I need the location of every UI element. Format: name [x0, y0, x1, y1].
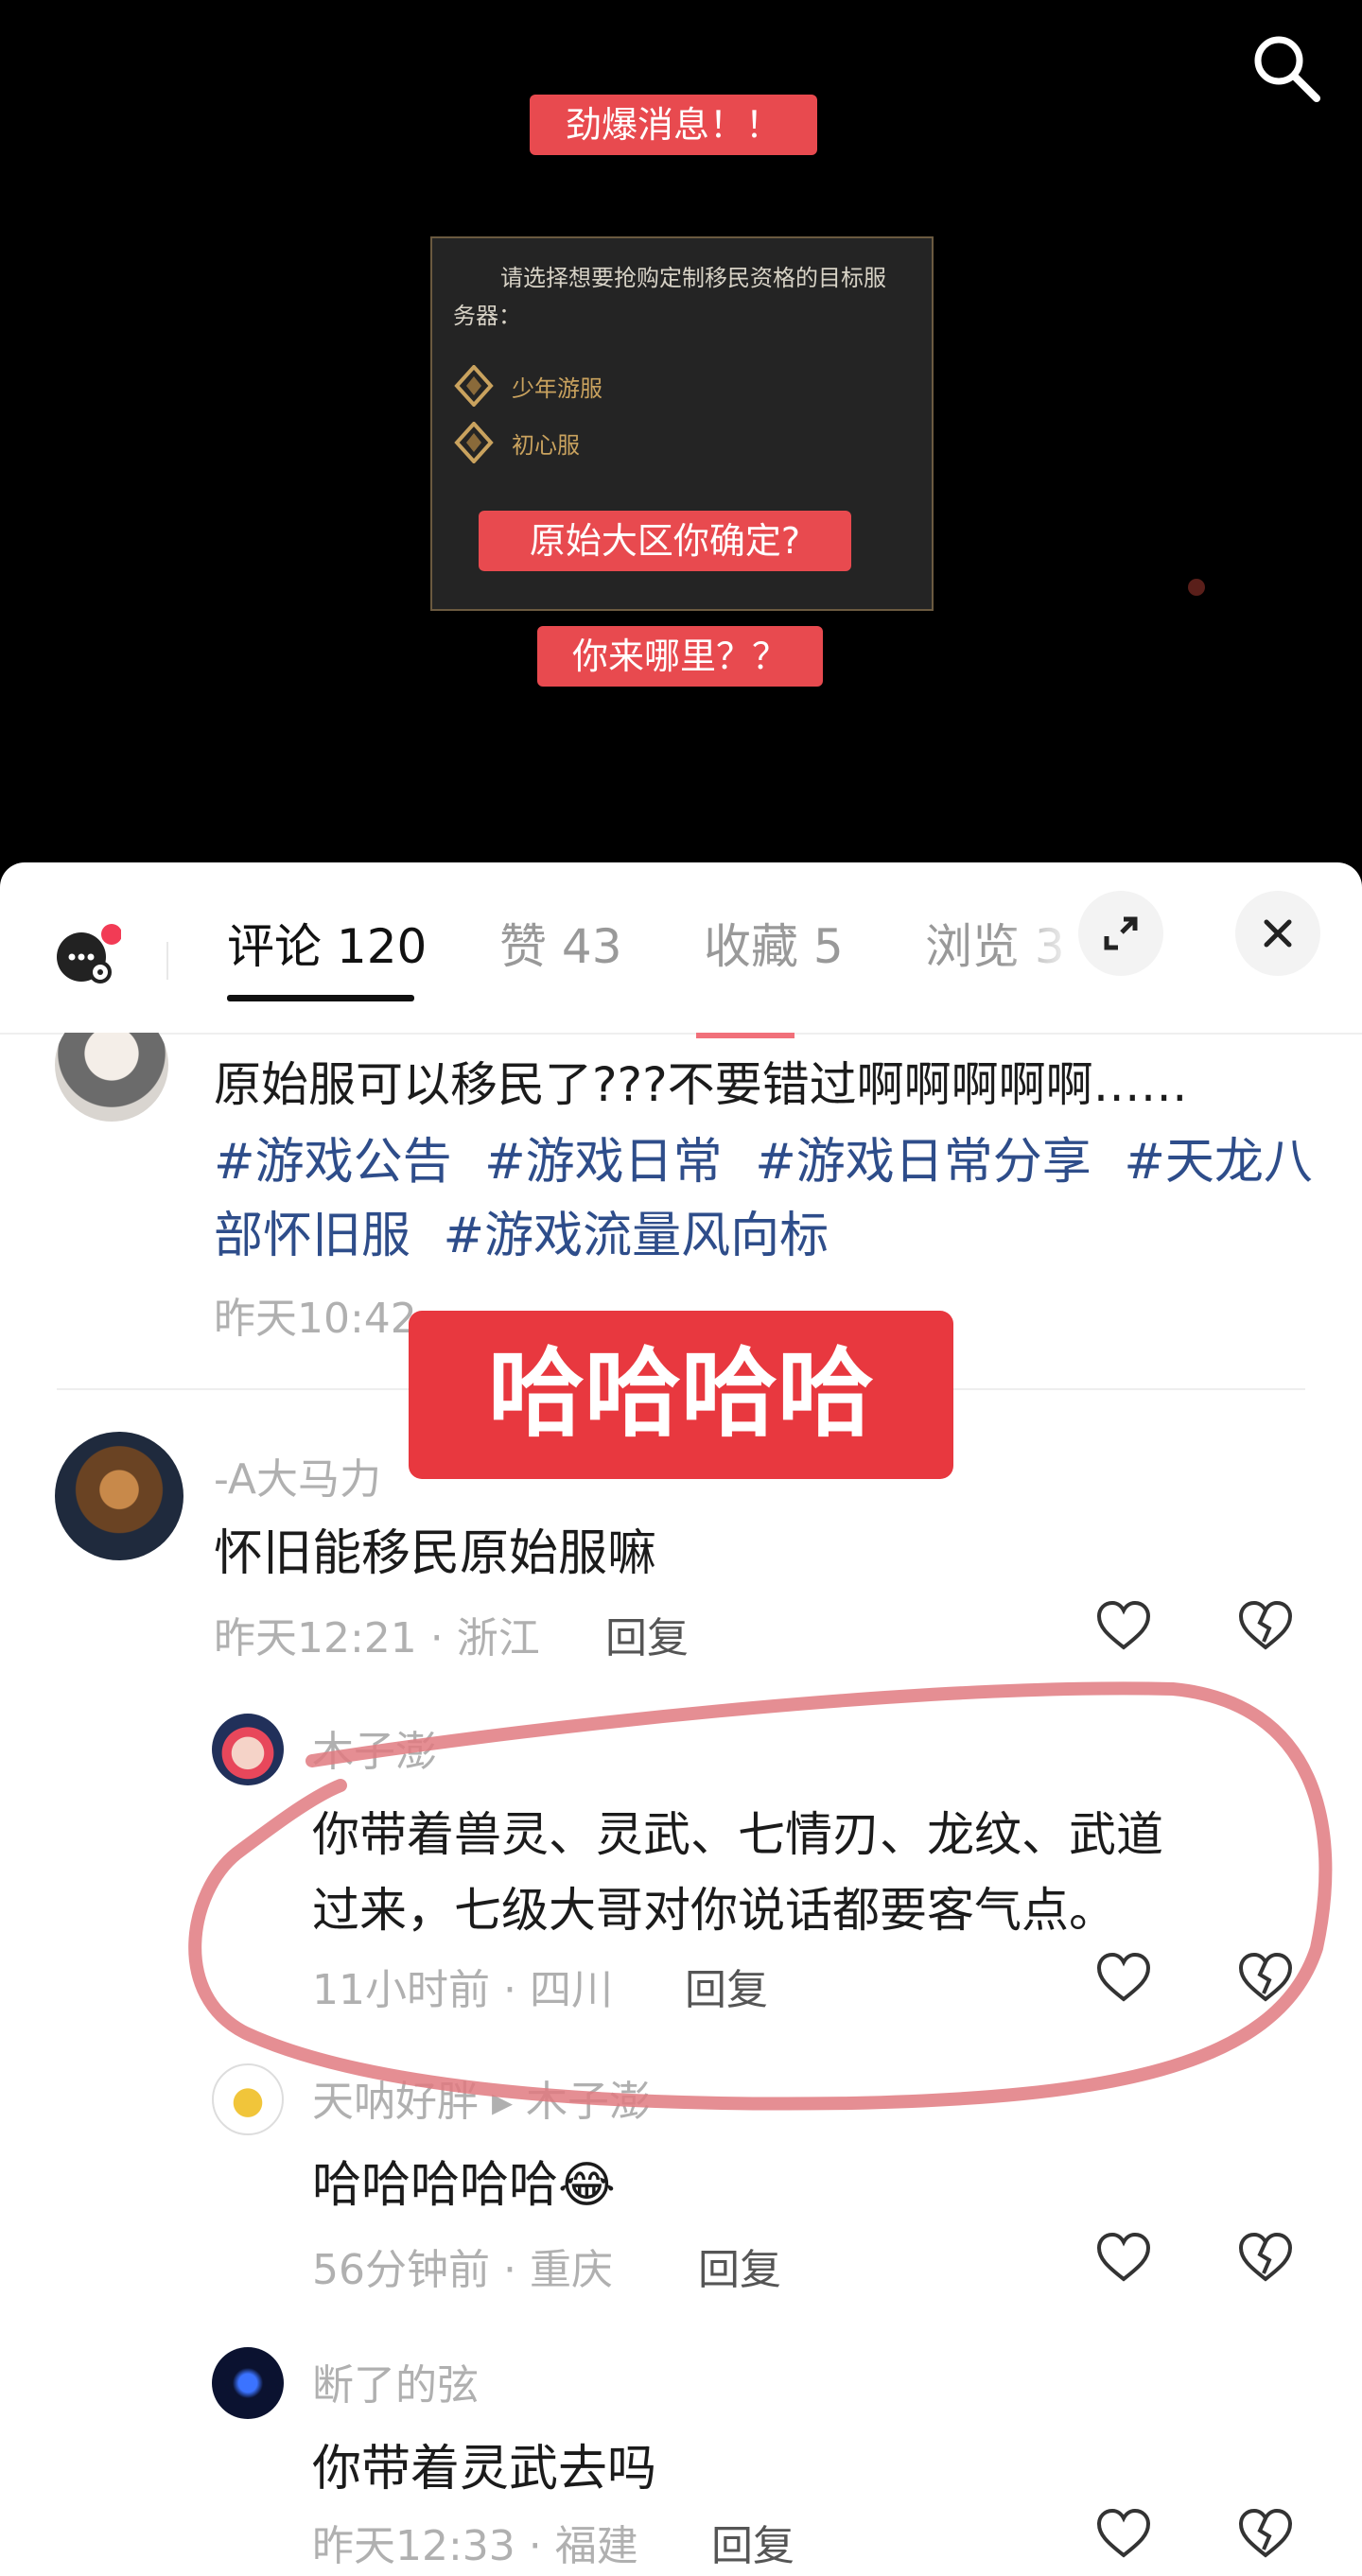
heart-icon[interactable]	[1093, 1948, 1154, 2009]
heart-icon[interactable]	[1093, 1596, 1154, 1657]
hashtag[interactable]: #游戏日常	[484, 1134, 723, 1191]
comment-username[interactable]: 木子澎	[312, 1717, 437, 1778]
comments-sheet: 评论 120 赞 43 收藏 5 浏览 3 原始服可以移民了???不要错过啊啊啊…	[0, 862, 1362, 2576]
tab-likes[interactable]: 赞 43	[499, 904, 622, 989]
search-button[interactable]	[1247, 28, 1326, 108]
comment-text: 你带着兽灵、灵武、七情刃、龙纹、武道 过来，七级大哥对你说话都要客气点。	[312, 1797, 1163, 1948]
broken-heart-icon[interactable]	[1235, 2228, 1296, 2289]
comment-text: 你带着灵武去吗	[312, 2441, 657, 2498]
server-option-label: 少年游服	[512, 374, 602, 402]
comment-meta: 昨天12:33 · 福建	[312, 2522, 638, 2570]
hashtag[interactable]: #游戏流量风向标	[444, 1208, 829, 1264]
video-label-bottom: 你来哪里？？	[537, 626, 823, 687]
chat-settings-button[interactable]	[53, 921, 122, 989]
broken-heart-icon[interactable]	[1235, 1596, 1296, 1657]
expand-icon	[1104, 916, 1138, 950]
author-badge	[696, 1033, 794, 1038]
video-dot	[1188, 579, 1205, 596]
hashtag[interactable]: #游戏公告	[214, 1134, 452, 1191]
heart-icon[interactable]	[1093, 2228, 1154, 2289]
comment-list[interactable]: 原始服可以移民了???不要错过啊啊啊啊啊…… #游戏公告 #游戏日常 #游戏日常…	[0, 1033, 1362, 2576]
reply-button[interactable]: 回复	[685, 1956, 768, 2016]
tab-divider	[166, 942, 168, 980]
panel-prompt: 请选择想要抢购定制移民资格的目标服务器：	[453, 265, 886, 329]
comment-meta: 56分钟前 · 重庆	[312, 2246, 613, 2294]
chat-settings-icon	[57, 924, 122, 983]
broken-heart-icon[interactable]	[1235, 1948, 1296, 2009]
reply-button[interactable]: 回复	[711, 2512, 794, 2572]
reply-button[interactable]: 回复	[605, 1604, 689, 1664]
diamond-icon	[454, 422, 494, 463]
tab-favorites[interactable]: 收藏 5	[704, 904, 844, 989]
comment-text-line: 过来，七级大哥对你说话都要客气点。	[312, 1883, 1116, 1938]
search-icon	[1254, 36, 1320, 102]
avatar[interactable]	[212, 2063, 284, 2135]
video-player[interactable]: 劲爆消息！！ 请选择想要抢购定制移民资格的目标服务器： 少年游服 初心服 原始大…	[0, 0, 1362, 862]
post-time: 昨天10:42	[214, 1295, 417, 1343]
hashtag[interactable]: #游戏日常分享	[755, 1134, 1091, 1191]
comment-meta: 11小时前 · 四川	[312, 1966, 613, 2014]
comment-text: 哈哈哈哈哈😂	[312, 2157, 616, 2214]
server-option-label: 初心服	[512, 431, 580, 459]
comment-username[interactable]: 断了的弦	[312, 2351, 479, 2411]
close-icon	[1264, 919, 1292, 948]
server-option-2[interactable]: 初心服	[453, 414, 580, 471]
avatar[interactable]	[55, 1432, 183, 1560]
comment-username[interactable]: -A大马力	[214, 1445, 381, 1506]
comment-username[interactable]: 天呐好胖 ▸ 木子澎	[312, 2067, 651, 2128]
tab-comments[interactable]: 评论 120	[227, 904, 427, 989]
avatar[interactable]	[212, 1714, 284, 1785]
post-tags: #游戏公告 #游戏日常 #游戏日常分享 #天龙八部怀旧服 #游戏流量风向标	[214, 1125, 1320, 1273]
comment-text: 怀旧能移民原始服嘛	[214, 1525, 657, 1582]
heart-icon[interactable]	[1093, 2504, 1154, 2565]
server-option-1[interactable]: 少年游服	[453, 357, 602, 414]
video-label-middle: 原始大区你确定?	[479, 511, 851, 571]
comment-text-line: 你带着兽灵、灵武、七情刃、龙纹、武道	[312, 1807, 1163, 1862]
reply-button[interactable]: 回复	[698, 2236, 781, 2296]
expand-button[interactable]	[1078, 891, 1163, 976]
avatar[interactable]	[55, 1033, 168, 1122]
tab-fade	[1003, 900, 1078, 995]
diamond-icon	[454, 365, 494, 407]
avatar[interactable]	[212, 2347, 284, 2419]
tab-bar: 评论 120 赞 43 收藏 5 浏览 3	[0, 862, 1362, 1035]
video-label-top: 劲爆消息！！	[530, 95, 817, 155]
active-tab-underline	[227, 995, 414, 1001]
post-text: 原始服可以移民了???不要错过啊啊啊啊啊……	[214, 1057, 1188, 1112]
overlay-label: 哈哈哈哈	[409, 1311, 953, 1479]
comment-meta: 昨天12:21 · 浙江	[214, 1614, 540, 1662]
broken-heart-icon[interactable]	[1235, 2504, 1296, 2565]
close-button[interactable]	[1235, 891, 1320, 976]
